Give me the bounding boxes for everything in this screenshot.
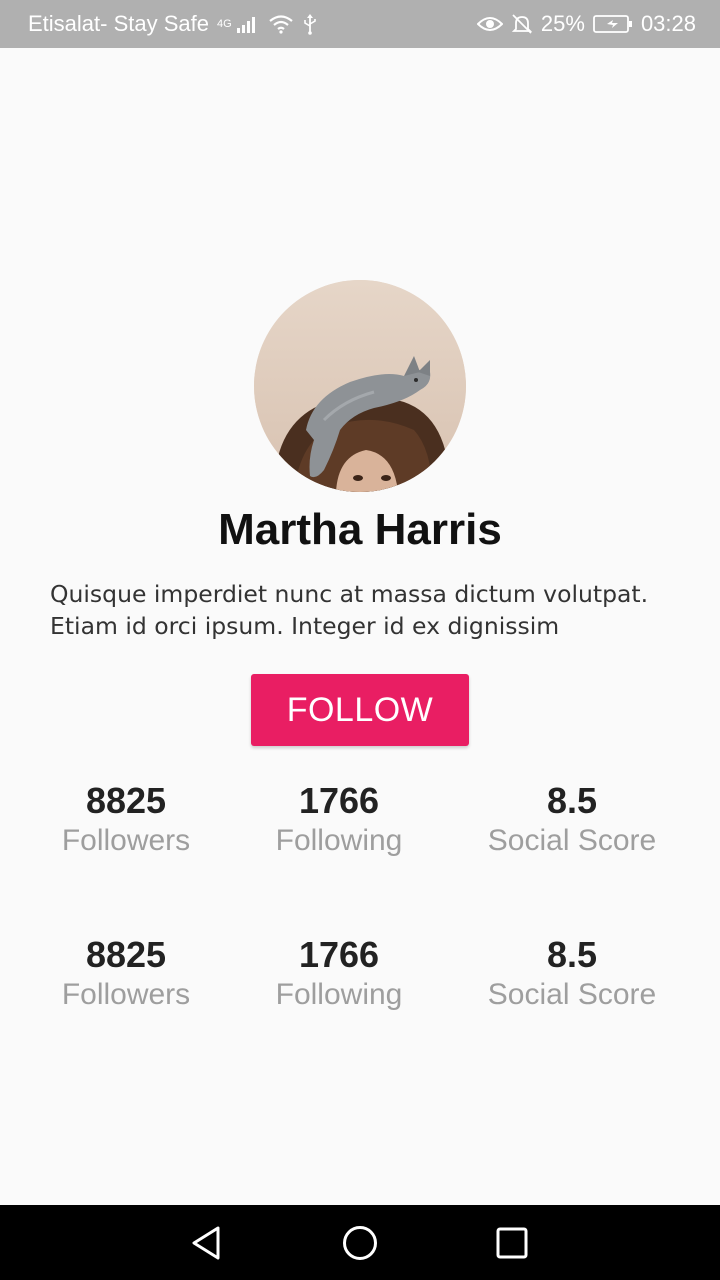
stat-followers[interactable]: 8825 Followers [6,780,246,860]
stat-label: Followers [61,824,191,857]
signal-icon [236,14,260,34]
status-right: 25% 03:28 [476,11,696,37]
stat-label: Social Score [487,824,657,857]
stat-followers[interactable]: 8825 Followers [6,934,246,1014]
bio-line: Quisque imperdiet nunc at massa dictum v… [50,580,649,608]
stat-label: Following [275,978,403,1011]
stats-row: 8825 Followers 1766 Following 8.5 Social… [0,934,720,1024]
bell-off-icon [511,13,533,35]
stat-label: Followers [61,978,191,1011]
back-icon[interactable] [186,1223,226,1263]
stat-social-score[interactable]: 8.5 Social Score [452,934,692,1014]
navigation-bar [0,1205,720,1280]
carrier-name: Etisalat- Stay Safe [28,11,209,36]
stat-label: Social Score [487,978,657,1011]
status-left: Etisalat- Stay Safe 4G [28,11,318,37]
network-type: 4G [216,18,232,30]
eye-icon [476,15,503,33]
stat-social-score[interactable]: 8.5 Social Score [452,780,692,860]
stat-following[interactable]: 1766 Following [219,780,459,860]
recents-icon[interactable] [492,1223,532,1263]
bio-line: Etiam id orci ipsum. Integer id ex digni… [50,612,560,640]
stats-row: 8825 Followers 1766 Following 8.5 Social… [0,780,720,870]
battery-icon [593,14,633,34]
battery-percent: 25% [540,11,585,36]
profile-name: Martha Harris [218,505,502,554]
stat-value: 1766 [298,934,380,975]
clock: 03:28 [640,11,696,36]
wifi-icon [268,14,294,34]
avatar [254,280,466,492]
stat-value: 8825 [85,780,167,821]
stat-value: 8825 [85,934,167,975]
stat-value: 1766 [298,780,380,821]
avatar-photo [254,280,466,492]
follow-button[interactable]: FOLLOW [251,674,469,746]
usb-icon [302,13,318,35]
stat-value: 8.5 [546,934,598,975]
status-bar: Etisalat- Stay Safe 4G 25% 03:28 [0,0,720,48]
stat-following[interactable]: 1766 Following [219,934,459,1014]
profile-screen: Etisalat- Stay Safe 4G 25% 03:28 Martha … [0,0,720,1280]
home-icon[interactable] [340,1223,380,1263]
stat-label: Following [275,824,403,857]
stat-value: 8.5 [546,780,598,821]
profile-bio: Quisque imperdiet nunc at massa dictum v… [50,578,690,642]
